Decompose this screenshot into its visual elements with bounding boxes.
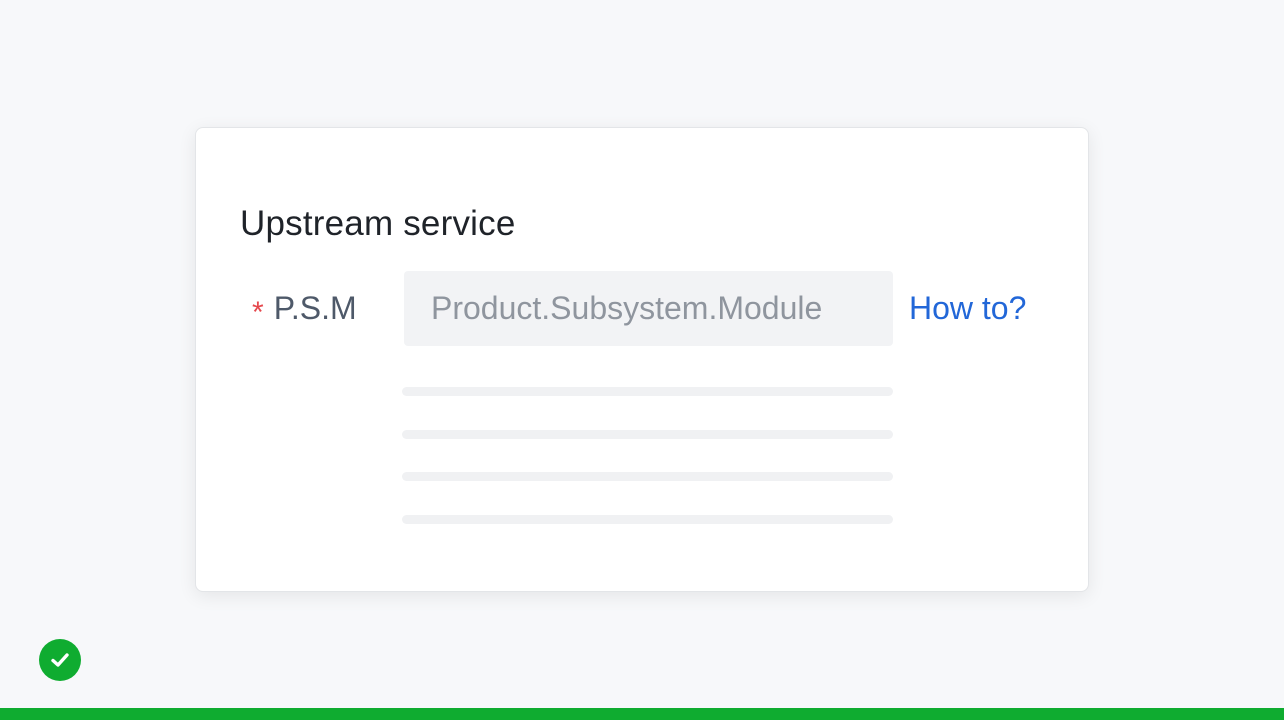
check-circle-icon [39, 639, 81, 681]
skeleton-line [402, 430, 893, 439]
skeleton-line [402, 515, 893, 524]
psm-label-text: P.S.M [273, 290, 357, 326]
required-mark: * [252, 295, 264, 329]
psm-form-row: * P.S.M How to? [196, 271, 1088, 346]
skeleton-line [402, 387, 893, 396]
section-title: Upstream service [240, 204, 516, 243]
psm-label: * P.S.M [252, 271, 357, 346]
psm-input[interactable] [404, 271, 893, 346]
upstream-service-card: Upstream service * P.S.M How to? [195, 127, 1089, 592]
page: Upstream service * P.S.M How to? [0, 0, 1284, 720]
checkmark-icon [51, 653, 69, 667]
how-to-link[interactable]: How to? [909, 271, 1026, 346]
progress-bar [0, 708, 1284, 720]
skeleton-line [402, 472, 893, 481]
